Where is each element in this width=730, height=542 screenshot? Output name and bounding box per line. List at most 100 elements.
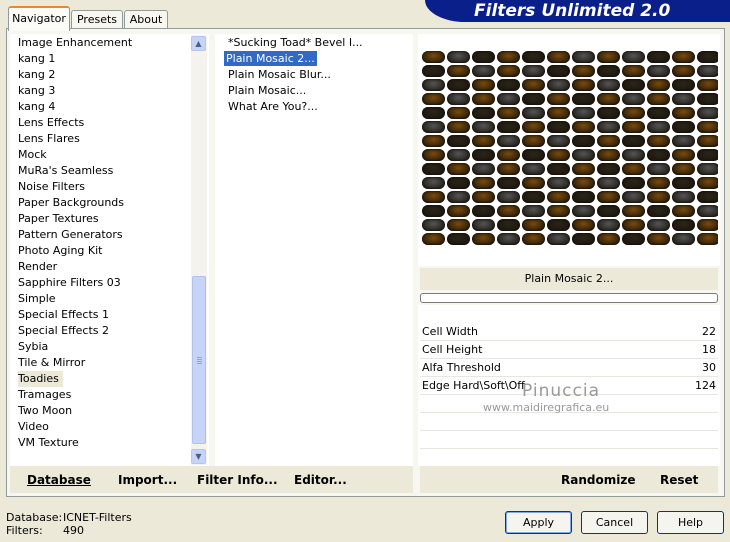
mosaic-tile	[547, 51, 570, 63]
mosaic-tile	[522, 177, 545, 189]
mosaic-preview	[422, 51, 718, 245]
grip-line	[197, 359, 202, 360]
mosaic-tile	[647, 177, 670, 189]
mosaic-tile	[422, 149, 445, 161]
scroll-up-button[interactable]: ▲	[191, 36, 206, 51]
mosaic-tile	[572, 191, 595, 203]
mosaic-tile	[497, 177, 520, 189]
param-value[interactable]: 30	[676, 359, 716, 376]
mosaic-tile	[547, 177, 570, 189]
database-button[interactable]: Database	[27, 473, 91, 487]
filter-item[interactable]: What Are You?...	[226, 99, 320, 114]
mosaic-tile	[522, 107, 545, 119]
mosaic-tile	[622, 93, 645, 105]
mosaic-tile	[522, 79, 545, 91]
category-item[interactable]: Pattern Generators	[18, 227, 123, 243]
param-value[interactable]: 124	[676, 377, 716, 394]
category-item[interactable]: Lens Flares	[18, 131, 80, 147]
import-button[interactable]: Import...	[118, 473, 177, 487]
category-item[interactable]: Special Effects 2	[18, 323, 109, 339]
param-label: Cell Height	[422, 343, 483, 356]
category-item[interactable]: Photo Aging Kit	[18, 243, 102, 259]
category-item[interactable]: Simple	[18, 291, 56, 307]
category-item[interactable]: Video	[18, 419, 49, 435]
help-button[interactable]: Help	[657, 511, 724, 534]
mosaic-tile	[547, 149, 570, 161]
category-item[interactable]: Paper Backgrounds	[18, 195, 124, 211]
mosaic-tile	[497, 205, 520, 217]
mosaic-tile	[472, 163, 495, 175]
category-item[interactable]: Tramages	[18, 387, 71, 403]
param-value[interactable]: 18	[676, 341, 716, 358]
mosaic-tile	[622, 163, 645, 175]
category-item[interactable]: MuRa's Seamless	[18, 163, 113, 179]
mosaic-tile	[597, 233, 620, 245]
scrollbar-thumb[interactable]	[192, 276, 206, 444]
category-item[interactable]: Sapphire Filters 03	[18, 275, 121, 291]
mosaic-tile	[597, 93, 620, 105]
filter-item[interactable]: Plain Mosaic 2...	[224, 51, 317, 66]
mosaic-tile	[422, 93, 445, 105]
mosaic-tile	[522, 121, 545, 133]
mosaic-tile	[547, 107, 570, 119]
mosaic-tile	[522, 191, 545, 203]
mosaic-tile	[622, 149, 645, 161]
mosaic-tile	[497, 107, 520, 119]
mosaic-tile	[697, 79, 718, 91]
category-item[interactable]: kang 4	[18, 99, 55, 115]
mosaic-tile	[522, 149, 545, 161]
mosaic-tile	[422, 79, 445, 91]
mosaic-tile	[622, 233, 645, 245]
param-value[interactable]: 22	[676, 323, 716, 340]
grip-line	[197, 361, 202, 362]
category-item[interactable]: Render	[18, 259, 57, 275]
mosaic-tile	[447, 149, 470, 161]
mosaic-tile	[647, 149, 670, 161]
tab-presets[interactable]: Presets	[71, 10, 123, 29]
category-item[interactable]: Tile & Mirror	[18, 355, 85, 371]
category-item[interactable]: Noise Filters	[18, 179, 85, 195]
tab-navigator[interactable]: Navigator	[8, 6, 70, 31]
reset-button[interactable]: Reset	[660, 473, 698, 487]
filter-item[interactable]: Plain Mosaic...	[226, 83, 308, 98]
filter-item[interactable]: *Sucking Toad* Bevel I...	[226, 35, 365, 50]
mosaic-tile	[647, 163, 670, 175]
apply-button[interactable]: Apply	[505, 511, 572, 534]
mosaic-tile	[472, 219, 495, 231]
category-item[interactable]: kang 1	[18, 51, 55, 67]
category-item[interactable]: Mock	[18, 147, 47, 163]
mosaic-tile	[547, 93, 570, 105]
mosaic-tile	[597, 219, 620, 231]
category-item[interactable]: VM Texture	[18, 435, 79, 451]
editor-button[interactable]: Editor...	[294, 473, 347, 487]
category-item[interactable]: Paper Textures	[18, 211, 99, 227]
category-item[interactable]: Sybia	[18, 339, 48, 355]
scroll-down-button[interactable]: ▼	[191, 449, 206, 464]
category-item[interactable]: Special Effects 1	[18, 307, 109, 323]
mosaic-tile	[622, 79, 645, 91]
category-item[interactable]: Toadies	[18, 371, 63, 387]
mosaic-tile	[647, 51, 670, 63]
mosaic-tile	[647, 107, 670, 119]
filter-info-button[interactable]: Filter Info...	[197, 473, 278, 487]
mosaic-tile	[597, 163, 620, 175]
mosaic-tile	[597, 177, 620, 189]
category-item[interactable]: kang 3	[18, 83, 55, 99]
category-item[interactable]: kang 2	[18, 67, 55, 83]
filter-item[interactable]: Plain Mosaic Blur...	[226, 67, 333, 82]
mosaic-tile	[547, 163, 570, 175]
category-item[interactable]: Lens Effects	[18, 115, 84, 131]
randomize-button[interactable]: Randomize	[561, 473, 635, 487]
tab-about[interactable]: About	[124, 10, 168, 29]
mosaic-tile	[697, 219, 718, 231]
param-row	[420, 413, 718, 431]
mosaic-tile	[647, 219, 670, 231]
mosaic-tile	[497, 51, 520, 63]
category-item[interactable]: Image Enhancement	[18, 35, 132, 51]
mosaic-tile	[522, 93, 545, 105]
mosaic-tile	[472, 233, 495, 245]
mosaic-tile	[597, 205, 620, 217]
cancel-button[interactable]: Cancel	[581, 511, 648, 534]
mosaic-tile	[597, 191, 620, 203]
category-item[interactable]: Two Moon	[18, 403, 72, 419]
